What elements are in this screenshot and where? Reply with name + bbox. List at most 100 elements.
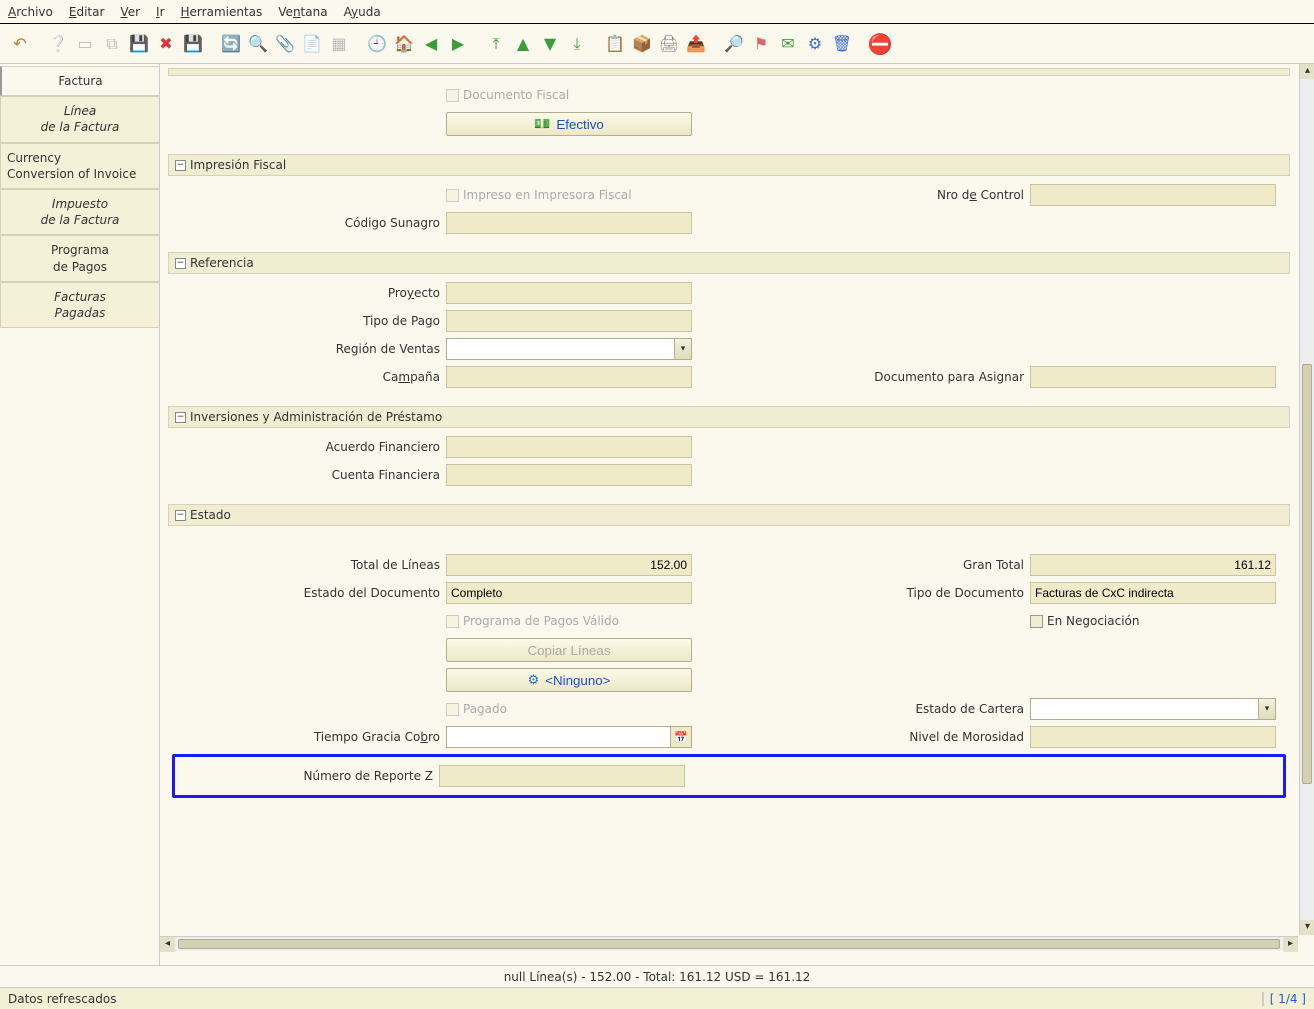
input-estado-doc[interactable] [446,582,692,604]
forward-icon[interactable]: ▶ [446,32,470,56]
next-icon[interactable]: ▼ [538,32,562,56]
delete-icon[interactable]: ✖ [154,32,178,56]
section-referencia[interactable]: − Referencia [168,252,1290,274]
attach-icon[interactable]: 📎 [273,32,297,56]
scroll-left-icon[interactable]: ◂ [160,937,175,952]
section-inversiones[interactable]: − Inversiones y Administración de Présta… [168,406,1290,428]
history-icon[interactable]: 🕘 [365,32,389,56]
statusbar: Datos refrescados [ 1/4 ] [0,987,1314,1009]
tab-facturas-pagadas[interactable]: FacturasPagadas [0,282,159,328]
setup-icon[interactable]: ⚙ [803,32,827,56]
scroll-right-icon[interactable]: ▸ [1283,937,1298,952]
calendar-icon[interactable]: 📅 [670,726,692,748]
label-acuerdo-fin: Acuerdo Financiero [176,440,446,454]
grid-icon[interactable]: ▦ [327,32,351,56]
input-cuenta-fin[interactable] [446,464,692,486]
chevron-down-icon[interactable]: ▾ [674,338,692,360]
horizontal-scrollbar[interactable]: ◂ ▸ [160,936,1298,951]
save-icon[interactable]: 💾 [127,32,151,56]
input-total-lineas[interactable] [446,554,692,576]
tab-linea-factura[interactable]: Líneade la Factura [0,96,159,142]
cash-icon: 💵 [534,116,550,132]
home-icon[interactable]: 🏠 [392,32,416,56]
collapse-icon[interactable]: − [175,412,186,423]
content: Documento Fiscal 💵 Efectivo [160,64,1298,935]
input-nro-reporte-z[interactable] [439,765,685,787]
menu-ventana[interactable]: Ventana [278,5,327,19]
first-icon[interactable]: ⤒ [484,32,508,56]
menu-ayuda[interactable]: Ayuda [344,5,381,19]
label-tiempo-gracia: Tiempo Gracia Cobro [176,730,446,744]
chevron-down-icon[interactable]: ▾ [1258,698,1276,720]
menu-ver[interactable]: Ver [120,5,140,19]
input-nivel-morosidad[interactable] [1030,726,1276,748]
tab-currency[interactable]: CurrencyConversion of Invoice [0,143,159,189]
product-icon[interactable]: 🗑 [830,32,854,56]
archive-icon[interactable]: 📦 [630,32,654,56]
input-acuerdo-fin[interactable] [446,436,692,458]
button-efectivo[interactable]: 💵 Efectivo [446,112,692,136]
status-message: Datos refrescados [8,992,1256,1006]
input-gran-total[interactable] [1030,554,1276,576]
checkbox-en-negociacion[interactable] [1030,615,1043,628]
collapse-icon[interactable]: − [175,510,186,521]
input-tiempo-gracia[interactable]: 📅 [446,726,692,748]
input-tipo-pago[interactable] [446,310,692,332]
vertical-scrollbar[interactable]: ▴ ▾ [1299,64,1314,935]
scroll-up-icon[interactable]: ▴ [1300,64,1314,79]
select-estado-cartera[interactable]: ▾ [1030,698,1276,720]
input-campana[interactable] [446,366,692,388]
new-icon[interactable]: ▭ [73,32,97,56]
checkbox-pagado [446,703,459,716]
refresh-icon[interactable]: 🔄 [219,32,243,56]
collapse-icon[interactable]: − [175,160,186,171]
checkbox-impreso-fiscal [446,189,459,202]
menu-editar[interactable]: Editar [69,5,105,19]
undo-icon[interactable]: ↶ [8,32,32,56]
close-icon[interactable]: ⛔ [868,32,892,56]
zoom-icon[interactable]: 🔎 [722,32,746,56]
input-tipo-doc[interactable] [1030,582,1276,604]
section-estado[interactable]: − Estado [168,504,1290,526]
scroll-thumb-h[interactable] [178,939,1280,949]
save2-icon[interactable]: 💾 [181,32,205,56]
collapse-icon[interactable]: − [175,258,186,269]
export-icon[interactable]: 📤 [684,32,708,56]
menu-ir[interactable]: Ir [156,5,164,19]
tab-programa-pagos[interactable]: Programade Pagos [0,235,159,281]
input-codigo-sunagro[interactable] [446,212,692,234]
print-icon[interactable]: 🖨 [657,32,681,56]
record-counter[interactable]: [ 1/4 ] [1270,992,1306,1006]
copy-icon[interactable]: ⧉ [100,32,124,56]
last-icon[interactable]: ⤓ [565,32,589,56]
label-cuenta-fin: Cuenta Financiera [176,468,446,482]
tab-impuesto[interactable]: Impuestode la Factura [0,189,159,235]
button-copiar-lineas[interactable]: Copiar Líneas [446,638,692,662]
label-prog-pagos: Programa de Pagos Válido [463,614,625,628]
select-region-ventas[interactable]: ▾ [446,338,692,360]
input-nro-control[interactable] [1030,184,1276,206]
input-proyecto[interactable] [446,282,692,304]
section-info-fiscal[interactable] [168,68,1290,76]
label-doc-asignar: Documento para Asignar [874,370,1030,384]
button-ninguno[interactable]: ⚙ <Ninguno> [446,668,692,692]
help-icon[interactable]: ❔ [46,32,70,56]
label-documento-fiscal: Documento Fiscal [463,88,575,102]
toolbar: ↶ ❔ ▭ ⧉ 💾 ✖ 💾 🔄 🔍 📎 📄 ▦ 🕘 🏠 ◀ ▶ ⤒ ▲ ▼ ⤓ … [0,24,1314,64]
back-icon[interactable]: ◀ [419,32,443,56]
menu-archivo[interactable]: Archivo [8,5,53,19]
doc-icon[interactable]: 📄 [300,32,324,56]
label-nro-control: Nro de Control [937,188,1030,202]
menu-herramientas[interactable]: Herramientas [181,5,263,19]
sidebar: Factura Líneade la Factura CurrencyConve… [0,64,160,965]
input-doc-asignar[interactable] [1030,366,1276,388]
find-icon[interactable]: 🔍 [246,32,270,56]
report-icon[interactable]: 📋 [603,32,627,56]
scroll-thumb[interactable] [1302,364,1312,784]
prev-icon[interactable]: ▲ [511,32,535,56]
section-impresion-fiscal[interactable]: − Impresión Fiscal [168,154,1290,176]
request-icon[interactable]: ✉ [776,32,800,56]
tab-factura[interactable]: Factura [0,66,159,96]
scroll-down-icon[interactable]: ▾ [1300,920,1314,935]
workflow-icon[interactable]: ⚑ [749,32,773,56]
